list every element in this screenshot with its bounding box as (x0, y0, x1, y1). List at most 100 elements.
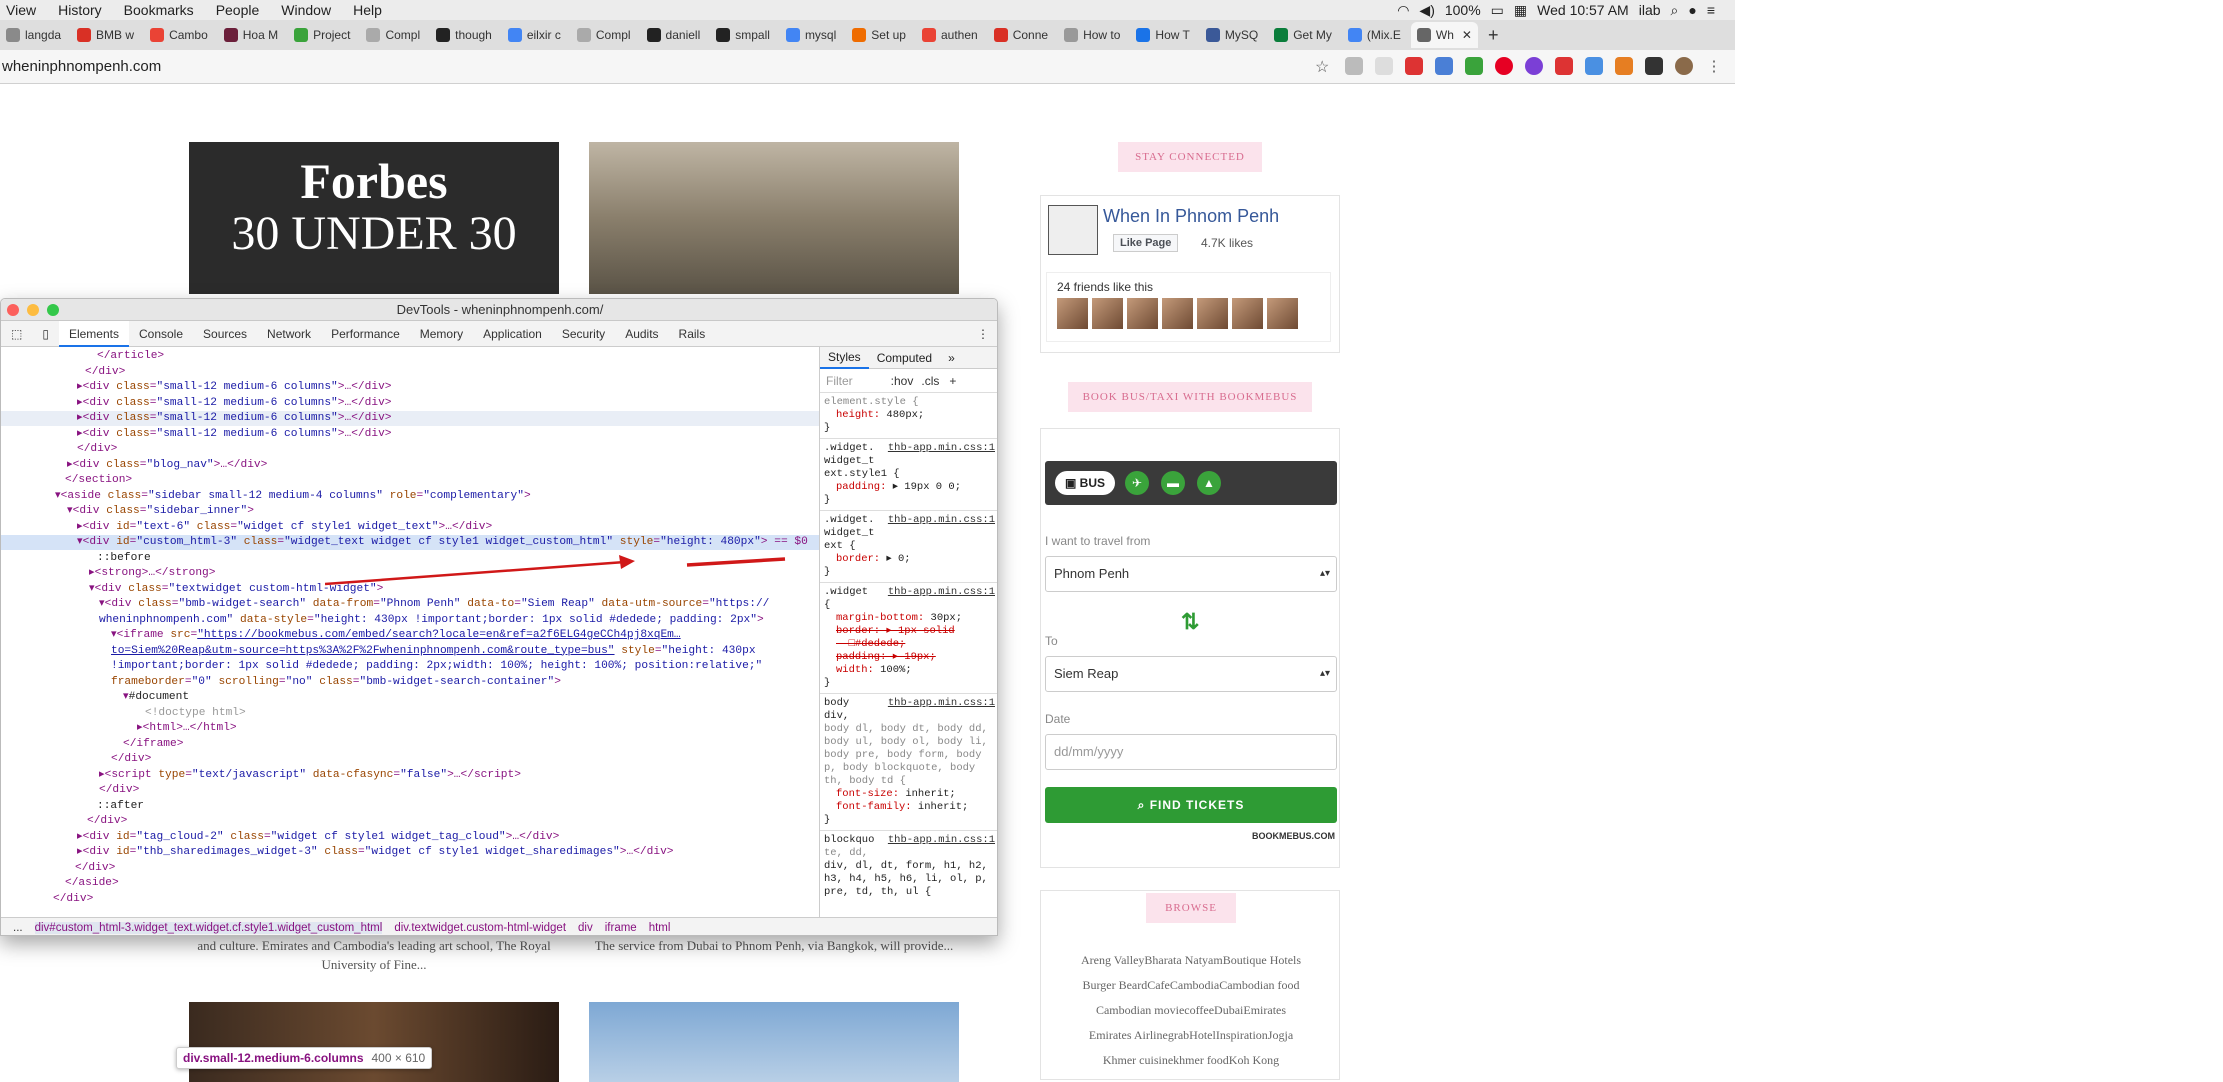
menu-view[interactable]: View (6, 2, 36, 18)
dom-node-line[interactable]: ▾<iframe src="https://bookmebus.com/embe… (1, 628, 819, 643)
like-page-button[interactable]: Like Page (1113, 234, 1179, 252)
browser-tab[interactable]: langda (0, 22, 67, 48)
menu-history[interactable]: History (58, 2, 102, 18)
dom-node-line[interactable]: </div> (1, 365, 819, 380)
css-rule[interactable]: .widget. thb-app.min.css:1 widget_t ext.s… (820, 439, 997, 511)
tab-audits[interactable]: Audits (615, 321, 668, 347)
browser-tab[interactable]: Conne (988, 22, 1054, 48)
menu-window[interactable]: Window (281, 2, 331, 18)
siri-icon[interactable]: ● (1688, 2, 1696, 18)
battery-icon[interactable]: ▭ (1491, 2, 1504, 19)
dom-node-line[interactable]: </div> (1, 861, 819, 876)
dom-node-line[interactable]: ▾<aside class="sidebar small-12 medium-4… (1, 489, 819, 504)
dom-node-line[interactable]: !important;border: 1px solid #dedede; pa… (1, 659, 819, 674)
browser-tab[interactable]: Get My (1268, 22, 1338, 48)
extension-icon[interactable] (1645, 57, 1663, 75)
clock[interactable]: Wed 10:57 AM (1537, 2, 1629, 18)
dom-node-line[interactable]: ▾<div class="sidebar_inner"> (1, 504, 819, 519)
tag-line[interactable]: Areng ValleyBharata NatyamBoutique Hotel… (1041, 953, 1341, 968)
taxi-icon[interactable]: ▬ (1161, 471, 1185, 495)
avatar[interactable] (1162, 298, 1193, 329)
browser-tab[interactable]: daniell (641, 22, 707, 48)
date-input[interactable]: dd/mm/yyyy (1045, 734, 1337, 770)
add-rule-icon[interactable]: + (949, 374, 956, 388)
browser-tab[interactable]: authen (916, 22, 984, 48)
dom-node-line[interactable]: </div> (1, 442, 819, 457)
browser-tab[interactable]: eilxir c (502, 22, 567, 48)
forbes-image[interactable]: Forbes 30 UNDER 30 (189, 142, 559, 294)
tab-elements[interactable]: Elements (58, 320, 129, 347)
browser-tab[interactable]: (Mix.E (1342, 22, 1407, 48)
pinterest-icon[interactable] (1495, 57, 1513, 75)
dom-node-line[interactable]: ▾#document (1, 690, 819, 705)
dom-node-line[interactable]: ▾<div class="bmb-widget-search" data-fro… (1, 597, 819, 612)
browser-tab[interactable]: though (430, 22, 498, 48)
extension-icon[interactable] (1375, 57, 1393, 75)
extension-icon[interactable] (1405, 57, 1423, 75)
browser-tab[interactable]: Set up (846, 22, 912, 48)
avatar[interactable] (1057, 298, 1088, 329)
tab-sources[interactable]: Sources (193, 321, 257, 347)
tab-styles[interactable]: Styles (820, 347, 869, 369)
tab-memory[interactable]: Memory (410, 321, 473, 347)
tab-console[interactable]: Console (129, 321, 193, 347)
close-tab-icon[interactable]: ✕ (1462, 28, 1472, 42)
camera-icon[interactable] (1345, 57, 1363, 75)
close-window-button[interactable] (7, 304, 19, 316)
avatar[interactable] (1267, 298, 1298, 329)
dom-node-line[interactable]: </section> (1, 473, 819, 488)
caption-left[interactable]: and culture. Emirates and Cambodia's lea… (189, 936, 559, 974)
avatar[interactable] (1127, 298, 1158, 329)
volume-icon[interactable]: ◀) (1419, 2, 1434, 19)
tab-performance[interactable]: Performance (321, 321, 410, 347)
dom-node-line[interactable]: ▸<html>…</html> (1, 721, 819, 736)
from-select[interactable]: Phnom Penh ▴▾ (1045, 556, 1337, 592)
hov-toggle[interactable]: :hov (891, 374, 914, 388)
breadcrumb-item[interactable]: div (578, 922, 593, 934)
menu-help[interactable]: Help (353, 2, 382, 18)
minimize-window-button[interactable] (27, 304, 39, 316)
avatar[interactable] (1092, 298, 1123, 329)
bus-tab[interactable]: ▣ BUS (1055, 471, 1115, 495)
user-name[interactable]: ilab (1639, 2, 1661, 18)
extension-icon[interactable] (1525, 57, 1543, 75)
styles-filter[interactable]: Filter :hov .cls + (820, 369, 997, 393)
to-select[interactable]: Siem Reap ▴▾ (1045, 656, 1337, 692)
ferry-icon[interactable]: ✈ (1125, 471, 1149, 495)
tag-line[interactable]: Emirates AirlinegrabHotelInspirationJogj… (1041, 1028, 1341, 1043)
bookmebus-logo[interactable]: BOOKMEBUS.COM (1252, 831, 1335, 841)
dom-node-line[interactable]: to=Siem%20Reap&utm-source=https%3A%2F%2F… (1, 644, 819, 659)
dom-node-line[interactable]: </article> (1, 349, 819, 364)
dom-node-line[interactable]: ▸<div class="blog_nav">…</div> (1, 458, 819, 473)
tab-network[interactable]: Network (257, 321, 321, 347)
hotel-image[interactable] (589, 142, 959, 294)
browser-tab[interactable]: Hoa M (218, 22, 284, 48)
dom-node-line[interactable]: </div> (1, 892, 819, 907)
inspect-icon[interactable]: ⬚ (1, 321, 32, 347)
breadcrumb-item[interactable]: div#custom_html-3.widget_text.widget.cf.… (34, 921, 383, 934)
extension-icon[interactable] (1555, 57, 1573, 75)
breadcrumb-item[interactable]: iframe (605, 922, 637, 934)
browser-tab[interactable]: How T (1130, 22, 1195, 48)
dom-node-line[interactable]: </div> (1, 783, 819, 798)
new-tab-button[interactable]: + (1482, 22, 1505, 48)
dom-node-line[interactable]: ▸<script type="text/javascript" data-cfa… (1, 768, 819, 783)
extension-icon[interactable] (1435, 57, 1453, 75)
tag-line[interactable]: Khmer cuisinekhmer foodKoh Kong (1041, 1053, 1341, 1068)
dubai-image[interactable] (589, 1002, 959, 1082)
extension-icon[interactable] (1615, 57, 1633, 75)
van-icon[interactable]: ▲ (1197, 471, 1221, 495)
dom-node-line[interactable]: ▸<div id="text-6" class="widget cf style… (1, 520, 819, 535)
browser-tab[interactable]: Wh ✕ (1410, 22, 1478, 48)
menu-bookmarks[interactable]: Bookmarks (124, 2, 194, 18)
search-icon[interactable]: ⌕ (1671, 2, 1679, 19)
browser-tab[interactable]: How to (1058, 22, 1126, 48)
tag-line[interactable]: Cambodian moviecoffeeDubaiEmirates (1041, 1003, 1341, 1018)
dom-node-line[interactable]: frameborder="0" scrolling="no" class="bm… (1, 675, 819, 690)
css-rule[interactable]: body thb-app.min.css:1 div, body dl, body… (820, 694, 997, 831)
browser-tab[interactable]: MySQ (1200, 22, 1264, 48)
dom-node-line[interactable]: <!doctype html> (1, 706, 819, 721)
zoom-window-button[interactable] (47, 304, 59, 316)
tab-application[interactable]: Application (473, 321, 552, 347)
css-rule[interactable]: element.style { height: 480px; } (820, 393, 997, 439)
